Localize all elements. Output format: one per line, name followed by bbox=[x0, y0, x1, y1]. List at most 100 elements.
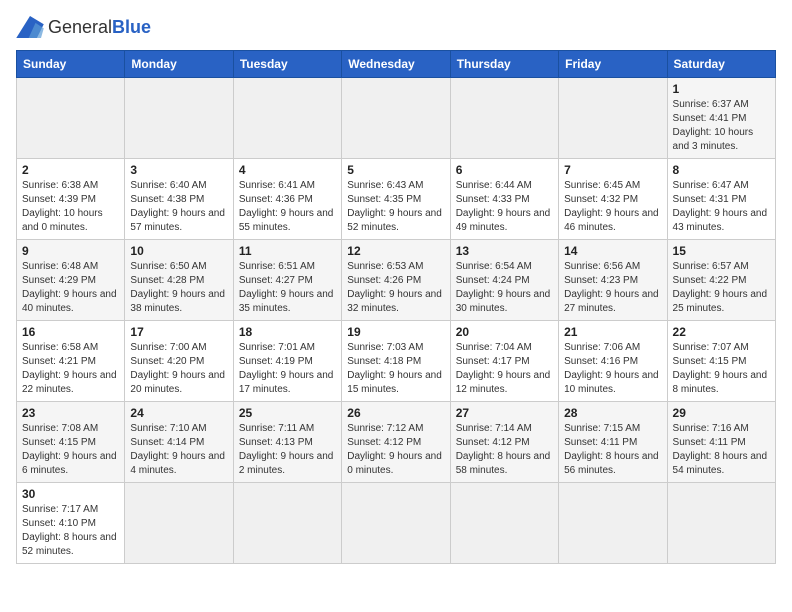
day-number: 16 bbox=[22, 325, 119, 339]
calendar-cell: 18 Sunrise: 7:01 AM Sunset: 4:19 PM Dayli… bbox=[233, 321, 341, 402]
logo-icon bbox=[16, 16, 44, 38]
calendar-cell: 29 Sunrise: 7:16 AM Sunset: 4:11 PM Dayli… bbox=[667, 402, 775, 483]
day-number: 10 bbox=[130, 244, 227, 258]
calendar-week-row: 16 Sunrise: 6:58 AM Sunset: 4:21 PM Dayli… bbox=[17, 321, 776, 402]
calendar-cell bbox=[17, 78, 125, 159]
page-header: GeneralBlue bbox=[16, 16, 776, 38]
day-number: 25 bbox=[239, 406, 336, 420]
calendar-cell bbox=[559, 78, 667, 159]
calendar-cell bbox=[342, 483, 450, 564]
calendar-cell bbox=[342, 78, 450, 159]
calendar-cell bbox=[450, 483, 558, 564]
day-number: 14 bbox=[564, 244, 661, 258]
calendar-cell: 28Sunrise: 7:15 AM Sunset: 4:11 PM Dayli… bbox=[559, 402, 667, 483]
calendar-cell: 6 Sunrise: 6:44 AM Sunset: 4:33 PM Daylig… bbox=[450, 159, 558, 240]
day-info: Sunrise: 6:53 AM Sunset: 4:26 PM Dayligh… bbox=[347, 260, 444, 316]
calendar-cell: 4Sunrise: 6:41 AM Sunset: 4:36 PM Daylig… bbox=[233, 159, 341, 240]
day-info: Sunrise: 6:50 AM Sunset: 4:28 PM Dayligh… bbox=[130, 260, 227, 316]
calendar-cell: 10 Sunrise: 6:50 AM Sunset: 4:28 PM Dayli… bbox=[125, 240, 233, 321]
day-number: 7 bbox=[564, 163, 661, 177]
calendar-week-row: 23 Sunrise: 7:08 AM Sunset: 4:15 PM Dayli… bbox=[17, 402, 776, 483]
calendar-cell: 20Sunrise: 7:04 AM Sunset: 4:17 PM Dayli… bbox=[450, 321, 558, 402]
day-info: Sunrise: 7:08 AM Sunset: 4:15 PM Dayligh… bbox=[22, 422, 119, 478]
day-info: Sunrise: 6:58 AM Sunset: 4:21 PM Dayligh… bbox=[22, 341, 119, 397]
day-info: Sunrise: 6:37 AM Sunset: 4:41 PM Dayligh… bbox=[673, 98, 770, 154]
calendar-week-row: 30Sunrise: 7:17 AM Sunset: 4:10 PM Dayli… bbox=[17, 483, 776, 564]
day-info: Sunrise: 6:54 AM Sunset: 4:24 PM Dayligh… bbox=[456, 260, 553, 316]
day-number: 6 bbox=[456, 163, 553, 177]
calendar-cell: 3Sunrise: 6:40 AM Sunset: 4:38 PM Daylig… bbox=[125, 159, 233, 240]
day-info: Sunrise: 7:10 AM Sunset: 4:14 PM Dayligh… bbox=[130, 422, 227, 478]
day-number: 23 bbox=[22, 406, 119, 420]
day-number: 21 bbox=[564, 325, 661, 339]
day-number: 8 bbox=[673, 163, 770, 177]
calendar-cell bbox=[125, 78, 233, 159]
calendar-cell bbox=[125, 483, 233, 564]
day-info: Sunrise: 7:15 AM Sunset: 4:11 PM Dayligh… bbox=[564, 422, 661, 478]
calendar-cell: 25Sunrise: 7:11 AM Sunset: 4:13 PM Dayli… bbox=[233, 402, 341, 483]
day-number: 3 bbox=[130, 163, 227, 177]
weekday-header: Tuesday bbox=[233, 51, 341, 78]
day-number: 12 bbox=[347, 244, 444, 258]
weekday-header-row: SundayMondayTuesdayWednesdayThursdayFrid… bbox=[17, 51, 776, 78]
day-number: 11 bbox=[239, 244, 336, 258]
weekday-header: Thursday bbox=[450, 51, 558, 78]
day-number: 5 bbox=[347, 163, 444, 177]
day-info: Sunrise: 6:48 AM Sunset: 4:29 PM Dayligh… bbox=[22, 260, 119, 316]
day-number: 2 bbox=[22, 163, 119, 177]
day-info: Sunrise: 7:01 AM Sunset: 4:19 PM Dayligh… bbox=[239, 341, 336, 397]
calendar-cell: 19 Sunrise: 7:03 AM Sunset: 4:18 PM Dayli… bbox=[342, 321, 450, 402]
day-info: Sunrise: 6:38 AM Sunset: 4:39 PM Dayligh… bbox=[22, 179, 119, 235]
calendar-cell: 30Sunrise: 7:17 AM Sunset: 4:10 PM Dayli… bbox=[17, 483, 125, 564]
day-info: Sunrise: 6:56 AM Sunset: 4:23 PM Dayligh… bbox=[564, 260, 661, 316]
day-number: 30 bbox=[22, 487, 119, 501]
day-info: Sunrise: 7:14 AM Sunset: 4:12 PM Dayligh… bbox=[456, 422, 553, 478]
calendar-cell: 7 Sunrise: 6:45 AM Sunset: 4:32 PM Daylig… bbox=[559, 159, 667, 240]
day-number: 9 bbox=[22, 244, 119, 258]
day-number: 15 bbox=[673, 244, 770, 258]
calendar-cell bbox=[450, 78, 558, 159]
day-info: Sunrise: 7:07 AM Sunset: 4:15 PM Dayligh… bbox=[673, 341, 770, 397]
calendar-week-row: 1 Sunrise: 6:37 AM Sunset: 4:41 PM Daylig… bbox=[17, 78, 776, 159]
calendar-cell: 16 Sunrise: 6:58 AM Sunset: 4:21 PM Dayli… bbox=[17, 321, 125, 402]
calendar-table: SundayMondayTuesdayWednesdayThursdayFrid… bbox=[16, 50, 776, 564]
day-number: 22 bbox=[673, 325, 770, 339]
day-info: Sunrise: 7:16 AM Sunset: 4:11 PM Dayligh… bbox=[673, 422, 770, 478]
calendar-cell: 22 Sunrise: 7:07 AM Sunset: 4:15 PM Dayli… bbox=[667, 321, 775, 402]
calendar-cell: 11 Sunrise: 6:51 AM Sunset: 4:27 PM Dayli… bbox=[233, 240, 341, 321]
calendar-cell: 23 Sunrise: 7:08 AM Sunset: 4:15 PM Dayli… bbox=[17, 402, 125, 483]
calendar-cell: 15 Sunrise: 6:57 AM Sunset: 4:22 PM Dayli… bbox=[667, 240, 775, 321]
day-info: Sunrise: 6:51 AM Sunset: 4:27 PM Dayligh… bbox=[239, 260, 336, 316]
day-number: 19 bbox=[347, 325, 444, 339]
day-info: Sunrise: 7:03 AM Sunset: 4:18 PM Dayligh… bbox=[347, 341, 444, 397]
day-info: Sunrise: 6:47 AM Sunset: 4:31 PM Dayligh… bbox=[673, 179, 770, 235]
calendar-cell: 9 Sunrise: 6:48 AM Sunset: 4:29 PM Daylig… bbox=[17, 240, 125, 321]
calendar-cell: 21 Sunrise: 7:06 AM Sunset: 4:16 PM Dayli… bbox=[559, 321, 667, 402]
day-info: Sunrise: 6:44 AM Sunset: 4:33 PM Dayligh… bbox=[456, 179, 553, 235]
day-number: 26 bbox=[347, 406, 444, 420]
logo: GeneralBlue bbox=[16, 16, 151, 38]
calendar-cell: 17 Sunrise: 7:00 AM Sunset: 4:20 PM Dayli… bbox=[125, 321, 233, 402]
day-number: 17 bbox=[130, 325, 227, 339]
day-number: 29 bbox=[673, 406, 770, 420]
calendar-cell: 27Sunrise: 7:14 AM Sunset: 4:12 PM Dayli… bbox=[450, 402, 558, 483]
day-info: Sunrise: 6:45 AM Sunset: 4:32 PM Dayligh… bbox=[564, 179, 661, 235]
weekday-header: Wednesday bbox=[342, 51, 450, 78]
weekday-header: Friday bbox=[559, 51, 667, 78]
day-info: Sunrise: 7:06 AM Sunset: 4:16 PM Dayligh… bbox=[564, 341, 661, 397]
day-info: Sunrise: 6:57 AM Sunset: 4:22 PM Dayligh… bbox=[673, 260, 770, 316]
calendar-cell bbox=[233, 483, 341, 564]
calendar-cell: 12 Sunrise: 6:53 AM Sunset: 4:26 PM Dayli… bbox=[342, 240, 450, 321]
day-number: 20 bbox=[456, 325, 553, 339]
weekday-header: Saturday bbox=[667, 51, 775, 78]
day-number: 1 bbox=[673, 82, 770, 96]
day-info: Sunrise: 6:41 AM Sunset: 4:36 PM Dayligh… bbox=[239, 179, 336, 235]
calendar-cell: 1 Sunrise: 6:37 AM Sunset: 4:41 PM Daylig… bbox=[667, 78, 775, 159]
calendar-cell: 8 Sunrise: 6:47 AM Sunset: 4:31 PM Daylig… bbox=[667, 159, 775, 240]
calendar-week-row: 9 Sunrise: 6:48 AM Sunset: 4:29 PM Daylig… bbox=[17, 240, 776, 321]
day-number: 18 bbox=[239, 325, 336, 339]
calendar-cell: 14 Sunrise: 6:56 AM Sunset: 4:23 PM Dayli… bbox=[559, 240, 667, 321]
day-info: Sunrise: 7:12 AM Sunset: 4:12 PM Dayligh… bbox=[347, 422, 444, 478]
calendar-week-row: 2 Sunrise: 6:38 AM Sunset: 4:39 PM Daylig… bbox=[17, 159, 776, 240]
day-info: Sunrise: 7:00 AM Sunset: 4:20 PM Dayligh… bbox=[130, 341, 227, 397]
